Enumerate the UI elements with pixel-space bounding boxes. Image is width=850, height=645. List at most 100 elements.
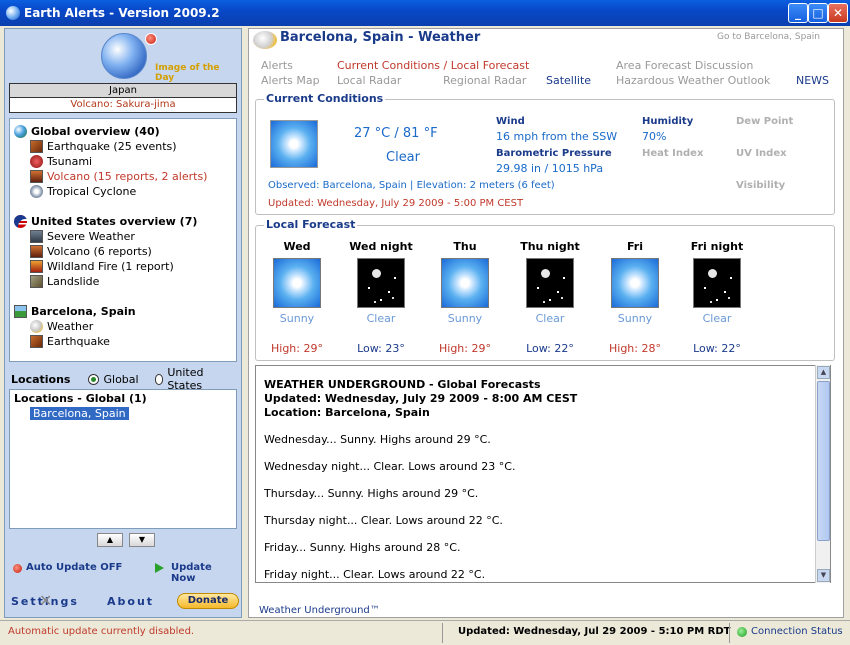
forecast-day-name: Fri bbox=[626, 240, 643, 253]
source-link[interactable]: Weather Underground™ bbox=[259, 605, 380, 616]
forecast-condition: Sunny bbox=[617, 312, 653, 325]
scroll-up-icon[interactable]: ▲ bbox=[817, 366, 830, 379]
forecast-line: Friday... Sunny. Highs around 28 °C. bbox=[264, 541, 461, 554]
forecast-updated: Updated: Wednesday, July 29 2009 - 8:00 … bbox=[264, 392, 578, 405]
donate-button[interactable]: Donate bbox=[177, 593, 239, 609]
wrench-icon[interactable]: ✕ bbox=[39, 591, 59, 611]
forecast-day: Fri night Clear Low: 22° bbox=[677, 240, 757, 355]
earthquake-icon bbox=[30, 335, 43, 348]
temperature: 27 °C / 81 °F bbox=[354, 126, 438, 141]
tree-item-barcelona-earthquake[interactable]: Earthquake bbox=[14, 334, 232, 349]
tree-item-cyclone[interactable]: Tropical Cyclone bbox=[14, 184, 232, 199]
play-icon[interactable] bbox=[155, 563, 164, 573]
humidity-value: 70% bbox=[642, 130, 667, 143]
tree-item-label: Landslide bbox=[47, 275, 100, 288]
minimize-button[interactable]: _ bbox=[788, 3, 808, 23]
tree-item-label: Tropical Cyclone bbox=[47, 185, 137, 198]
title-bar[interactable]: Earth Alerts - Version 2009.2 _ □ ✕ bbox=[0, 0, 850, 26]
forecast-condition: Clear bbox=[366, 312, 396, 325]
status-bar: Automatic update currently disabled. Upd… bbox=[0, 620, 850, 645]
move-down-button[interactable]: ▼ bbox=[129, 533, 155, 547]
close-button[interactable]: ✕ bbox=[828, 3, 848, 23]
tree-item-weather[interactable]: Weather bbox=[14, 319, 232, 334]
image-of-day-box[interactable]: Japan Volcano: Sakura-jima bbox=[9, 83, 237, 113]
footer-actions: Settings ✕ About Donate bbox=[11, 591, 239, 613]
moon-icon bbox=[357, 258, 405, 308]
forecast-scrollbar[interactable]: ▲ ▼ bbox=[815, 365, 830, 583]
radio-global[interactable]: Global bbox=[88, 373, 139, 386]
goto-link[interactable]: Go to Barcelona, Spain bbox=[717, 32, 820, 42]
sidebar: Image of the Day Japan Volcano: Sakura-j… bbox=[4, 28, 242, 618]
tree-item-tsunami[interactable]: Tsunami bbox=[14, 154, 232, 169]
auto-update-toggle[interactable]: Auto Update OFF bbox=[26, 562, 122, 573]
severe-weather-icon bbox=[30, 230, 43, 243]
nav-alerts[interactable]: Alerts bbox=[261, 59, 293, 72]
tree-item-volcano[interactable]: Volcano (15 reports, 2 alerts) bbox=[14, 169, 232, 184]
scroll-thumb[interactable] bbox=[817, 381, 830, 541]
alerts-tree: Global overview (40) Earthquake (25 even… bbox=[9, 118, 237, 362]
moon-icon bbox=[693, 258, 741, 308]
us-flag-icon bbox=[14, 214, 27, 228]
location-list: Locations - Global (1) Barcelona, Spain bbox=[9, 389, 237, 529]
forecast-day: Wed Sunny High: 29° bbox=[257, 240, 337, 355]
image-of-day-label[interactable]: Image of the Day bbox=[155, 63, 241, 83]
text-forecast[interactable]: WEATHER UNDERGROUND - Global Forecasts U… bbox=[255, 365, 831, 583]
maximize-button[interactable]: □ bbox=[808, 3, 828, 23]
nav-current-conditions[interactable]: Current Conditions / Local Forecast bbox=[337, 59, 529, 72]
volcano-icon bbox=[30, 245, 43, 258]
forecast-line: Wednesday... Sunny. Highs around 29 °C. bbox=[264, 433, 491, 446]
tree-item-earthquake[interactable]: Earthquake (25 events) bbox=[14, 139, 232, 154]
tree-group-us[interactable]: United States overview (7) bbox=[14, 213, 232, 229]
locations-label: Locations bbox=[11, 372, 71, 386]
forecast-condition: Clear bbox=[535, 312, 565, 325]
tree-item-landslide[interactable]: Landslide bbox=[14, 274, 232, 289]
fire-icon bbox=[30, 260, 43, 273]
connection-icon bbox=[737, 627, 747, 637]
connection-status[interactable]: Connection Status bbox=[751, 626, 843, 637]
weather-icon bbox=[253, 31, 277, 49]
update-now-button[interactable]: Update Now bbox=[171, 562, 239, 584]
tree-group-barcelona[interactable]: Barcelona, Spain bbox=[14, 303, 232, 319]
forecast-temp: Low: 22° bbox=[693, 342, 741, 355]
tree-item-wildland-fire[interactable]: Wildland Fire (1 report) bbox=[14, 259, 232, 274]
alert-badge-icon bbox=[145, 33, 157, 45]
humidity-label: Humidity bbox=[642, 116, 694, 127]
image-of-day-country: Japan bbox=[10, 84, 236, 98]
move-up-button[interactable]: ▲ bbox=[97, 533, 123, 547]
landscape-icon bbox=[14, 304, 27, 318]
location-list-header[interactable]: Locations - Global (1) bbox=[14, 392, 232, 407]
radio-global-indicator[interactable] bbox=[88, 373, 100, 385]
forecast-day-name: Thu night bbox=[520, 240, 580, 253]
forecast-day: Wed night Clear Low: 23° bbox=[341, 240, 421, 355]
tree-item-label: Volcano (15 reports, 2 alerts) bbox=[47, 170, 208, 183]
nav-regional-radar[interactable]: Regional Radar bbox=[443, 74, 526, 87]
landslide-icon bbox=[30, 275, 43, 288]
tree-group-global[interactable]: Global overview (40) bbox=[14, 123, 232, 139]
forecast-line: Friday night... Clear. Lows around 22 °C… bbox=[264, 568, 486, 581]
tree-item-severe-weather[interactable]: Severe Weather bbox=[14, 229, 232, 244]
tree-item-label: Volcano (6 reports) bbox=[47, 245, 152, 258]
weather-icon bbox=[30, 320, 43, 333]
forecast-temp: High: 28° bbox=[609, 342, 661, 355]
location-list-item[interactable]: Barcelona, Spain bbox=[30, 407, 129, 420]
globe-icon[interactable] bbox=[101, 33, 147, 79]
observed-info: Observed: Barcelona, Spain | Elevation: … bbox=[268, 180, 555, 191]
about-button[interactable]: About bbox=[107, 595, 154, 608]
scroll-down-icon[interactable]: ▼ bbox=[817, 569, 830, 582]
status-message: Automatic update currently disabled. bbox=[8, 626, 195, 637]
nav-satellite[interactable]: Satellite bbox=[546, 74, 591, 87]
window-title: Earth Alerts - Version 2009.2 bbox=[24, 6, 220, 20]
main-panel: Barcelona, Spain - Weather Go to Barcelo… bbox=[248, 28, 844, 618]
nav-hazardous-outlook[interactable]: Hazardous Weather Outlook bbox=[616, 74, 770, 87]
nav-alerts-map[interactable]: Alerts Map bbox=[261, 74, 320, 87]
tree-item-us-volcano[interactable]: Volcano (6 reports) bbox=[14, 244, 232, 259]
forecast-line: Thursday night... Clear. Lows around 22 … bbox=[264, 514, 503, 527]
nav-news[interactable]: NEWS bbox=[796, 74, 829, 87]
volcano-icon bbox=[30, 170, 43, 183]
forecast-location: Location: Barcelona, Spain bbox=[264, 406, 430, 419]
nav-area-forecast[interactable]: Area Forecast Discussion bbox=[616, 59, 753, 72]
forecast-day-name: Thu bbox=[453, 240, 477, 253]
radio-us-indicator[interactable] bbox=[154, 373, 164, 385]
nav-local-radar[interactable]: Local Radar bbox=[337, 74, 401, 87]
section-title: Current Conditions bbox=[264, 92, 386, 105]
